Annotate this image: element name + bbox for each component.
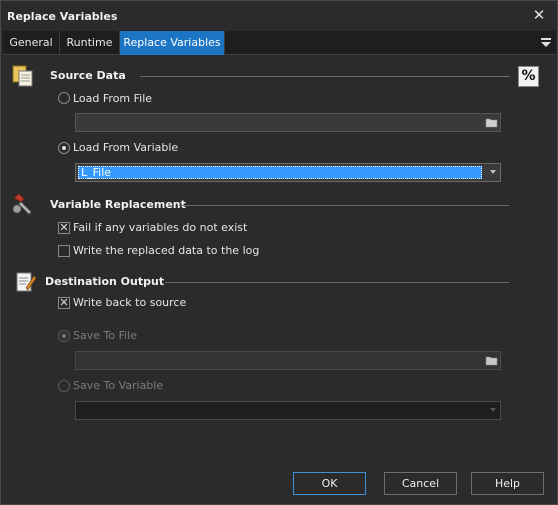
title-bar: Replace Variables ✕ — [1, 1, 557, 31]
write-back-label: Write back to source — [73, 296, 187, 309]
save-to-variable-radio[interactable] — [58, 380, 70, 392]
fail-if-missing-label: Fail if any variables do not exist — [73, 221, 248, 234]
source-data-title: Source Data — [50, 69, 126, 82]
source-data-divider — [140, 76, 510, 77]
destination-output-divider — [165, 282, 509, 283]
load-from-file-input[interactable] — [75, 113, 501, 132]
folder-icon[interactable] — [484, 353, 499, 368]
load-from-file-label: Load From File — [73, 92, 153, 105]
fail-if-missing-checkbox[interactable]: ✕ — [58, 222, 70, 234]
write-back-checkbox[interactable]: ✕ — [58, 297, 70, 309]
tab-runtime[interactable]: Runtime — [60, 31, 120, 55]
variable-insert-button[interactable]: % — [518, 66, 539, 87]
folder-icon[interactable] — [484, 115, 499, 130]
tab-menu-icon[interactable] — [540, 36, 552, 48]
close-icon[interactable]: ✕ — [531, 7, 547, 23]
tab-replace-variables[interactable]: Replace Variables — [120, 31, 225, 55]
tab-bar: General Runtime Replace Variables — [3, 31, 556, 55]
load-from-variable-radio[interactable] — [58, 142, 70, 154]
destination-output-title: Destination Output — [45, 275, 165, 288]
write-to-log-checkbox[interactable] — [58, 245, 70, 257]
save-to-variable-select[interactable] — [75, 401, 501, 420]
load-from-variable-select[interactable]: L_File — [75, 163, 501, 182]
load-from-file-radio[interactable] — [58, 92, 70, 104]
files-icon — [12, 65, 33, 87]
save-to-file-label: Save To File — [73, 329, 137, 342]
load-from-variable-value: L_File — [78, 166, 482, 179]
chevron-down-icon — [490, 170, 496, 174]
save-to-file-radio[interactable] — [58, 330, 70, 342]
save-to-variable-label: Save To Variable — [73, 379, 164, 392]
write-to-log-label: Write the replaced data to the log — [73, 244, 260, 257]
help-button[interactable]: Help — [471, 472, 544, 495]
chevron-down-icon — [490, 408, 496, 412]
load-from-variable-label: Load From Variable — [73, 141, 179, 154]
save-to-file-input[interactable] — [75, 351, 501, 370]
tools-icon — [12, 193, 32, 215]
notepad-icon — [16, 272, 37, 292]
variable-replacement-divider — [179, 205, 509, 206]
cancel-button[interactable]: Cancel — [384, 472, 457, 495]
ok-button[interactable]: OK — [293, 472, 366, 495]
replace-variables-dialog: Replace Variables ✕ General Runtime Repl… — [0, 0, 558, 505]
variable-replacement-title: Variable Replacement — [50, 198, 186, 211]
window-title: Replace Variables — [7, 10, 118, 23]
tab-general[interactable]: General — [3, 31, 60, 55]
